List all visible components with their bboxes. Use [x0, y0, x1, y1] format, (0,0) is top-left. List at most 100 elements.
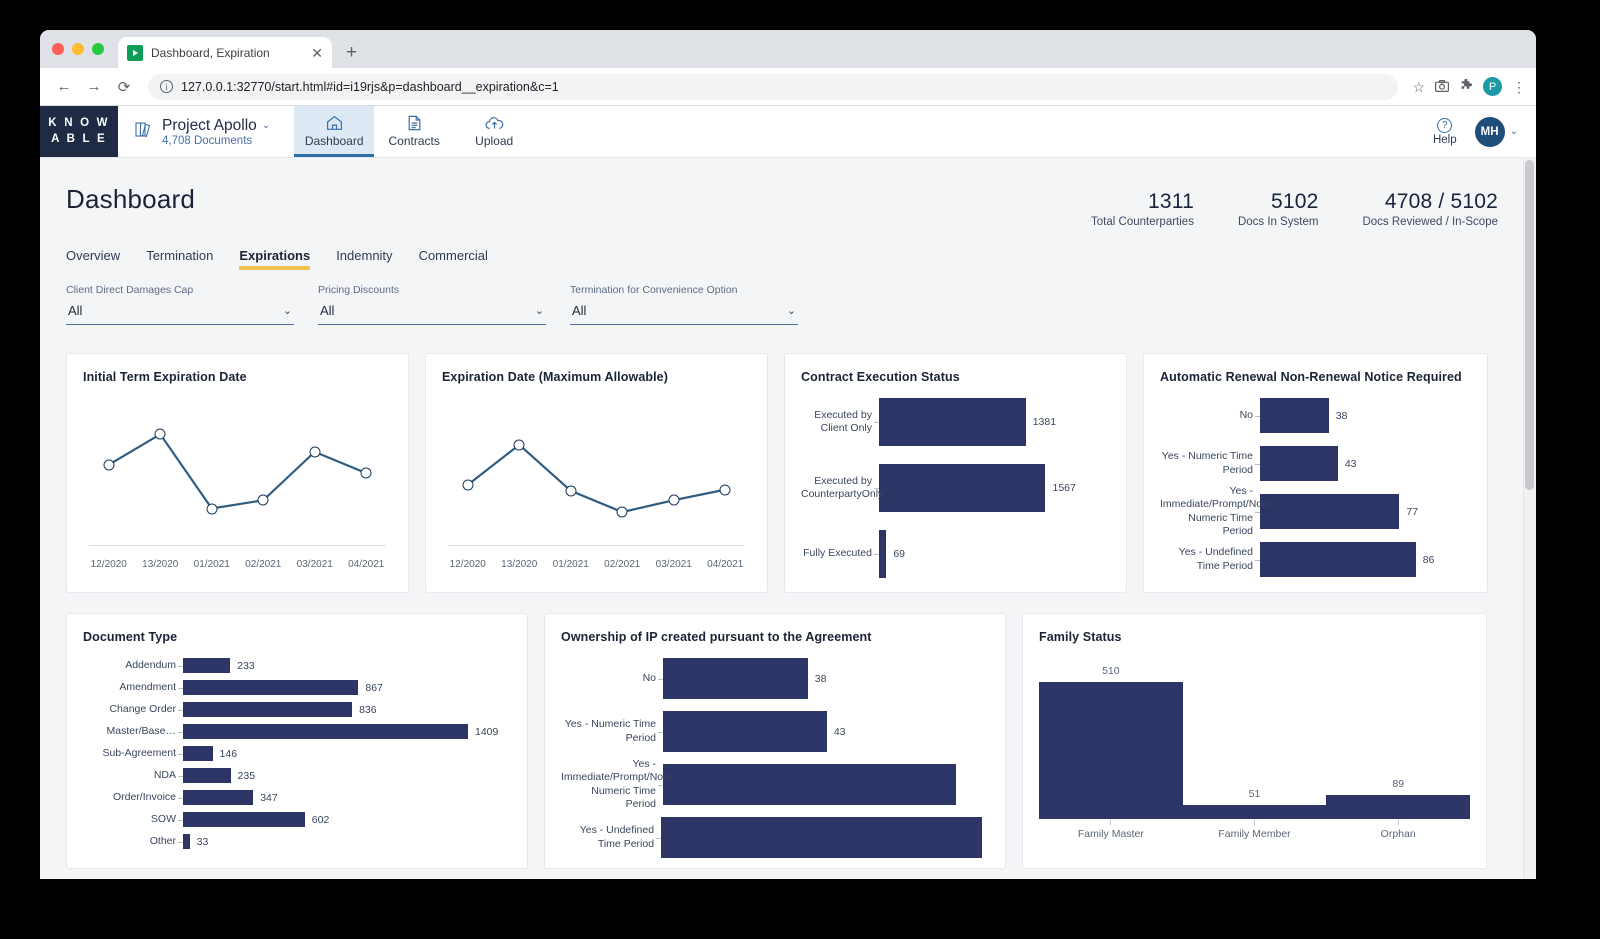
- chevron-down-icon[interactable]: ⌄: [1510, 126, 1518, 137]
- reload-button[interactable]: ⟳: [110, 73, 138, 101]
- bar-chart: No 38 Yes - Numeric Time Period 43 Yes - Imm…: [561, 658, 989, 858]
- data-point[interactable]: [103, 459, 115, 471]
- bar[interactable]: [1326, 795, 1471, 819]
- bookmark-star-icon[interactable]: ☆: [1412, 80, 1425, 94]
- tab-overview[interactable]: Overview: [66, 248, 120, 270]
- tab-commercial[interactable]: Commercial: [419, 248, 488, 270]
- data-point[interactable]: [616, 506, 628, 518]
- data-point[interactable]: [309, 446, 321, 458]
- nav-tab-upload[interactable]: Upload: [454, 106, 534, 157]
- bar[interactable]: [183, 834, 190, 849]
- bar[interactable]: [663, 711, 827, 752]
- bar[interactable]: [879, 464, 1046, 512]
- browser-menu-icon[interactable]: ⋮: [1512, 80, 1526, 94]
- back-button[interactable]: ←: [50, 73, 78, 101]
- tab-termination[interactable]: Termination: [146, 248, 213, 270]
- chevron-down-icon[interactable]: ⌄: [262, 120, 270, 131]
- bar[interactable]: [183, 790, 254, 805]
- bar[interactable]: [1039, 682, 1183, 819]
- bar[interactable]: [879, 398, 1026, 446]
- bar[interactable]: [879, 530, 887, 578]
- bar[interactable]: [183, 746, 213, 761]
- bar[interactable]: [1260, 542, 1416, 577]
- site-info-icon[interactable]: i: [160, 80, 173, 93]
- data-point[interactable]: [565, 485, 577, 497]
- bar[interactable]: [1260, 446, 1338, 481]
- scrollbar-thumb[interactable]: [1525, 160, 1534, 490]
- filter-termination-for-convenience: Termination for Convenience Option All ⌄: [570, 284, 798, 325]
- browser-profile-avatar[interactable]: P: [1483, 77, 1502, 96]
- bar-row: Other 33: [83, 834, 511, 849]
- close-tab-icon[interactable]: ✕: [311, 46, 323, 60]
- card-title: Automatic Renewal Non-Renewal Notice Req…: [1160, 370, 1462, 384]
- bar[interactable]: [1260, 494, 1400, 529]
- data-point[interactable]: [719, 484, 731, 496]
- forward-button[interactable]: →: [80, 73, 108, 101]
- minimize-window-button[interactable]: [72, 43, 84, 55]
- data-point[interactable]: [360, 467, 372, 479]
- close-window-button[interactable]: [52, 43, 64, 55]
- data-point[interactable]: [668, 494, 680, 506]
- chevron-down-icon: ⌄: [786, 305, 796, 317]
- help-button[interactable]: ? Help: [1433, 117, 1457, 146]
- address-bar[interactable]: i 127.0.0.1:32770/start.html#id=i19rjs&p…: [148, 73, 1399, 100]
- x-tick-label: 01/2021: [552, 559, 589, 570]
- x-tick-label: 04/2021: [348, 559, 385, 570]
- bar-chart: No 38 Yes - Numeric Time Period 43 Yes - Imm…: [1160, 398, 1471, 577]
- bar[interactable]: [661, 817, 982, 858]
- card-title: Family Status: [1039, 630, 1122, 644]
- filter-select[interactable]: All ⌄: [570, 303, 798, 325]
- data-point[interactable]: [513, 439, 525, 451]
- stat-label: Docs In System: [1237, 216, 1319, 228]
- chevron-down-icon: ⌄: [282, 305, 292, 317]
- bar[interactable]: [183, 658, 231, 673]
- x-tick: [1254, 819, 1255, 825]
- screenshot-camera-icon[interactable]: [1435, 79, 1450, 94]
- document-icon: [407, 115, 422, 131]
- bar-chart: Executed by Client Only 1381 Executed by C…: [801, 398, 1110, 578]
- browser-window: Dashboard, Expiration ✕ + ← → ⟳ i 127.0.…: [40, 30, 1536, 879]
- nav-tab-upload-label: Upload: [475, 133, 514, 148]
- filter-select[interactable]: All ⌄: [66, 303, 294, 325]
- card-automatic-renewal-notice: Automatic Renewal Non-Renewal Notice Req…: [1143, 353, 1488, 593]
- page-scrollbar[interactable]: [1523, 158, 1536, 879]
- bar[interactable]: [183, 724, 468, 739]
- bar-value-label: 836: [359, 703, 377, 716]
- bar[interactable]: [1260, 398, 1329, 433]
- bar[interactable]: [183, 702, 353, 717]
- bar-value-label: 38: [814, 672, 827, 685]
- data-point[interactable]: [206, 503, 218, 514]
- bar-value-label: 602: [311, 813, 330, 826]
- nav-tab-dashboard[interactable]: Dashboard: [294, 106, 375, 157]
- stat-docs-in-system: 5102 Docs In System: [1238, 190, 1319, 228]
- nav-tab-contracts[interactable]: Contracts: [374, 106, 454, 157]
- browser-tab[interactable]: Dashboard, Expiration ✕: [118, 37, 332, 68]
- toolbar-icons: ☆ P ⋮: [1408, 77, 1526, 96]
- extensions-puzzle-icon[interactable]: [1459, 78, 1473, 95]
- knowable-logo: K N O W A B L E: [40, 106, 118, 157]
- user-menu[interactable]: MH ⌄: [1474, 116, 1518, 147]
- bar[interactable]: [663, 764, 957, 805]
- bar-category-label: Fully Executed: [801, 547, 879, 560]
- page-title: Dashboard: [66, 184, 195, 214]
- bar[interactable]: [183, 768, 231, 783]
- card-family-status: Family Status 510 Family Master 51 Family M…: [1022, 613, 1487, 869]
- bar[interactable]: [183, 812, 305, 827]
- bar[interactable]: [1182, 805, 1327, 819]
- card-title: Ownership of IP created pursuant to the …: [561, 630, 872, 644]
- data-point[interactable]: [462, 479, 474, 491]
- bar[interactable]: [663, 658, 808, 699]
- project-selector[interactable]: Project Apollo ⌄ 4,708 Documents: [118, 106, 286, 157]
- maximize-window-button[interactable]: [92, 43, 104, 55]
- data-point[interactable]: [154, 428, 166, 440]
- new-tab-button[interactable]: +: [346, 42, 357, 64]
- bar-category-label: Addendum: [83, 659, 183, 672]
- tab-indemnity[interactable]: Indemnity: [336, 248, 392, 270]
- data-point[interactable]: [257, 494, 269, 506]
- filter-select[interactable]: All ⌄: [318, 303, 546, 325]
- stat-label: Total Counterparties: [1091, 216, 1194, 228]
- bar-row: Amendment 867: [83, 680, 511, 695]
- bar[interactable]: [183, 680, 359, 695]
- tab-expirations[interactable]: Expirations: [239, 248, 310, 270]
- filter-value: All: [320, 303, 335, 318]
